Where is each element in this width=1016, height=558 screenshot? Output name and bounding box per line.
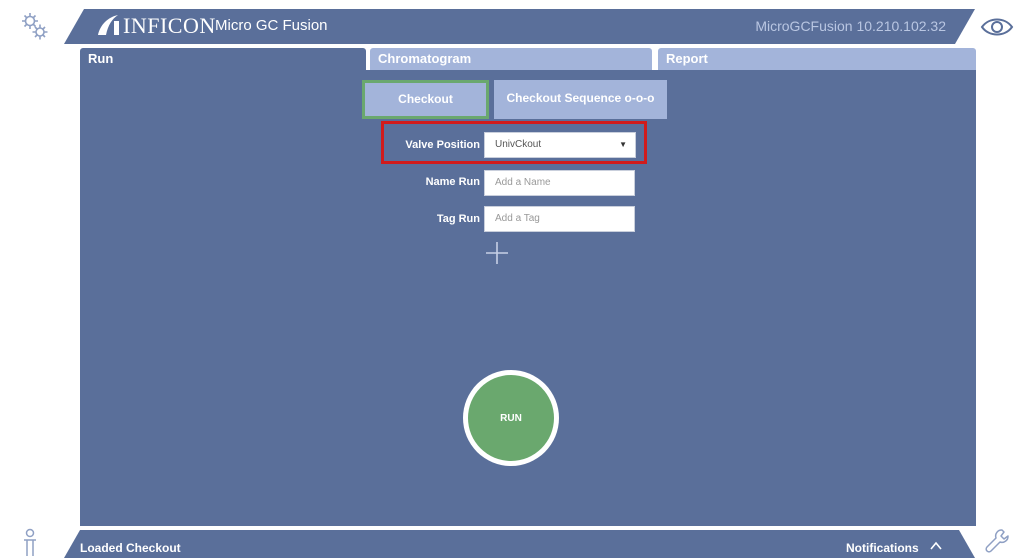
- status-bar: [64, 530, 975, 558]
- tag-run-input[interactable]: Add a Tag: [484, 206, 635, 232]
- plus-icon[interactable]: [484, 240, 510, 266]
- device-address: MicroGCFusion 10.210.102.32: [755, 18, 946, 34]
- name-run-label: Name Run: [425, 176, 480, 188]
- caret-down-icon: ▼: [619, 140, 627, 149]
- valve-position-value: UnivCkout: [495, 139, 542, 150]
- checkout-button[interactable]: Checkout: [362, 80, 489, 119]
- tag-run-label: Tag Run: [436, 213, 480, 225]
- gear-icon[interactable]: [20, 10, 50, 42]
- brand-name: INFICON: [123, 13, 216, 38]
- notifications-toggle[interactable]: Notifications: [846, 541, 919, 555]
- inficon-logo-icon: [98, 15, 119, 35]
- product-name: Micro GC Fusion: [215, 17, 328, 34]
- checkout-sequence-button[interactable]: Checkout Sequence o-o-o: [494, 80, 667, 119]
- chevron-up-icon[interactable]: [930, 541, 942, 551]
- valve-position-label: Valve Position: [405, 139, 480, 151]
- eye-icon[interactable]: [980, 16, 1014, 38]
- wrench-icon[interactable]: [984, 527, 1010, 555]
- person-icon[interactable]: [20, 528, 40, 558]
- run-button[interactable]: RUN: [463, 370, 559, 466]
- tab-chromatogram[interactable]: Chromatogram: [370, 48, 652, 70]
- tab-run[interactable]: Run: [80, 48, 366, 70]
- status-text: Loaded Checkout: [80, 541, 181, 555]
- tab-report[interactable]: Report: [658, 48, 976, 70]
- run-button-label: RUN: [468, 375, 554, 461]
- name-run-input[interactable]: Add a Name: [484, 170, 635, 196]
- valve-position-select[interactable]: UnivCkout ▼: [484, 132, 636, 158]
